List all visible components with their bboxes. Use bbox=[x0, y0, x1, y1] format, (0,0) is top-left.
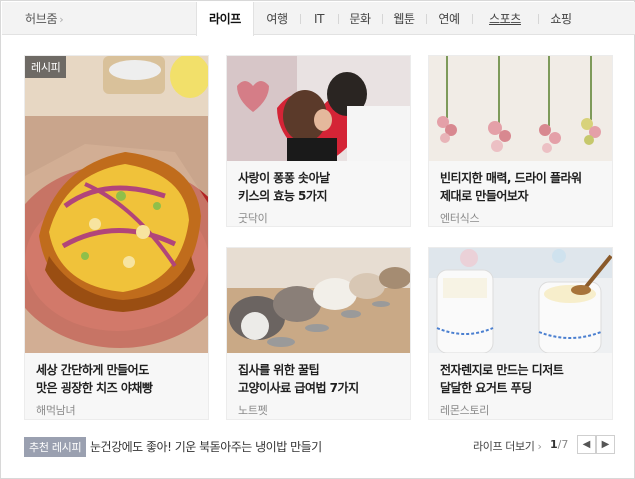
article-caption: 사랑이 퐁퐁 솟아날 키스의 효능 5가지 굿닥이 bbox=[227, 169, 410, 226]
article-image bbox=[227, 56, 410, 161]
article-image bbox=[429, 56, 612, 161]
featured-image bbox=[25, 56, 208, 353]
chevron-right-icon: › bbox=[537, 440, 542, 453]
chevron-right-icon: › bbox=[59, 13, 64, 26]
tab-label: 웹툰 bbox=[393, 12, 415, 26]
tab-separator bbox=[472, 14, 473, 24]
more-label: 라이프 더보기 bbox=[473, 440, 535, 453]
recommended-badge: 추천 레시피 bbox=[24, 437, 87, 457]
article-card[interactable]: 사랑이 퐁퐁 솟아날 키스의 효능 5가지 굿닥이 bbox=[226, 55, 411, 227]
page-current: 1 bbox=[550, 438, 558, 451]
article-title-line2: 달달한 요거트 푸딩 bbox=[440, 381, 532, 395]
tab-sports[interactable]: 스포츠 bbox=[472, 2, 538, 35]
tab-label: 여행 bbox=[266, 12, 288, 26]
article-title-line2: 고양이사료 급여법 7가지 bbox=[238, 381, 359, 395]
article-title-line2: 키스의 효능 5가지 bbox=[238, 189, 328, 203]
tab-label: 문화 bbox=[349, 12, 371, 26]
page-total: /7 bbox=[557, 438, 569, 451]
tab-separator bbox=[300, 14, 301, 24]
chevron-right-icon: ▶ bbox=[601, 439, 610, 450]
tab-it[interactable]: IT bbox=[300, 2, 338, 35]
category-tabs: 라이프 여행 IT 문화 웹툰 연예 스포츠 쇼핑 bbox=[196, 1, 584, 36]
article-source: 레몬스토리 bbox=[440, 404, 490, 417]
tab-separator bbox=[538, 14, 539, 24]
article-source: 노트펫 bbox=[238, 404, 268, 417]
article-source: 엔터식스 bbox=[440, 212, 480, 225]
kiss-photo bbox=[227, 56, 410, 161]
page-indicator: 1/7 bbox=[550, 438, 568, 451]
more-link[interactable]: 라이프 더보기 › bbox=[473, 438, 542, 454]
featured-caption: 세상 간단하게 만들어도 맛은 굉장한 치즈 야채빵 해먹남녀 bbox=[25, 361, 208, 418]
next-page-button[interactable]: ▶ bbox=[596, 435, 615, 454]
article-caption: 집사를 위한 꿀팁 고양이사료 급여법 7가지 노트펫 bbox=[227, 361, 410, 418]
article-source: 굿닥이 bbox=[238, 212, 268, 225]
chevron-left-icon: ◀ bbox=[582, 439, 591, 450]
tab-shopping[interactable]: 쇼핑 bbox=[538, 2, 584, 35]
tab-label: 스포츠 bbox=[489, 12, 521, 26]
article-caption: 빈티지한 매력, 드라이 플라워 제대로 만들어보자 엔터식스 bbox=[429, 169, 612, 226]
article-title-line1: 집사를 위한 꿀팁 bbox=[238, 363, 320, 377]
article-title-line1: 빈티지한 매력, 드라이 플라워 bbox=[440, 171, 582, 185]
tab-webtoon[interactable]: 웹툰 bbox=[382, 2, 426, 35]
cats-photo bbox=[227, 248, 410, 353]
featured-card[interactable]: 레시피 세상 간단하게 만들어도 맛은 굉장한 치즈 야채빵 해먹남녀 bbox=[24, 55, 209, 420]
article-caption: 전자렌지로 만드는 디저트 달달한 요거트 푸딩 레몬스토리 bbox=[429, 361, 612, 418]
article-title-line1: 사랑이 퐁퐁 솟아날 bbox=[238, 171, 330, 185]
featured-title-line2: 맛은 굉장한 치즈 야채빵 bbox=[36, 381, 153, 395]
tab-label: IT bbox=[313, 11, 325, 26]
article-image bbox=[227, 248, 410, 353]
article-title-line2: 제대로 만들어보자 bbox=[440, 189, 529, 203]
tab-label: 라이프 bbox=[209, 12, 241, 26]
dried-flowers-photo bbox=[429, 56, 612, 161]
tab-label: 연예 bbox=[438, 12, 460, 26]
bottom-bar: 추천 레시피 눈건강에도 좋아! 기운 북돋아주는 냉이밥 만들기 라이프 더보… bbox=[24, 435, 615, 457]
featured-source: 해먹남녀 bbox=[36, 404, 76, 417]
prev-page-button[interactable]: ◀ bbox=[577, 435, 596, 454]
article-image bbox=[429, 248, 612, 353]
top-nav: 허브줌 › 라이프 여행 IT 문화 웹툰 연예 스포츠 쇼핑 bbox=[2, 1, 635, 36]
tab-separator bbox=[338, 14, 339, 24]
cheese-bread-photo bbox=[25, 56, 208, 353]
article-card[interactable]: 집사를 위한 꿀팁 고양이사료 급여법 7가지 노트펫 bbox=[226, 247, 411, 420]
tab-life[interactable]: 라이프 bbox=[196, 1, 254, 36]
article-card[interactable]: 전자렌지로 만드는 디저트 달달한 요거트 푸딩 레몬스토리 bbox=[428, 247, 613, 420]
tab-travel[interactable]: 여행 bbox=[254, 2, 300, 35]
tab-separator bbox=[382, 14, 383, 24]
recommended-link[interactable]: 눈건강에도 좋아! 기운 북돋아주는 냉이밥 만들기 bbox=[90, 438, 322, 455]
content-widget: 허브줌 › 라이프 여행 IT 문화 웹툰 연예 스포츠 쇼핑 레시피 세상 간… bbox=[0, 0, 635, 479]
article-card[interactable]: 빈티지한 매력, 드라이 플라워 제대로 만들어보자 엔터식스 bbox=[428, 55, 613, 227]
tab-entertainment[interactable]: 연예 bbox=[426, 2, 472, 35]
hub-label: 허브줌 bbox=[25, 12, 58, 26]
recipe-badge: 레시피 bbox=[25, 56, 67, 78]
tab-culture[interactable]: 문화 bbox=[338, 2, 382, 35]
tab-label: 쇼핑 bbox=[550, 12, 572, 26]
hub-link[interactable]: 허브줌 › bbox=[25, 10, 64, 27]
tab-separator bbox=[426, 14, 427, 24]
article-title-line1: 전자렌지로 만드는 디저트 bbox=[440, 363, 564, 377]
featured-title-line1: 세상 간단하게 만들어도 bbox=[36, 363, 149, 377]
yogurt-pudding-photo bbox=[429, 248, 612, 353]
